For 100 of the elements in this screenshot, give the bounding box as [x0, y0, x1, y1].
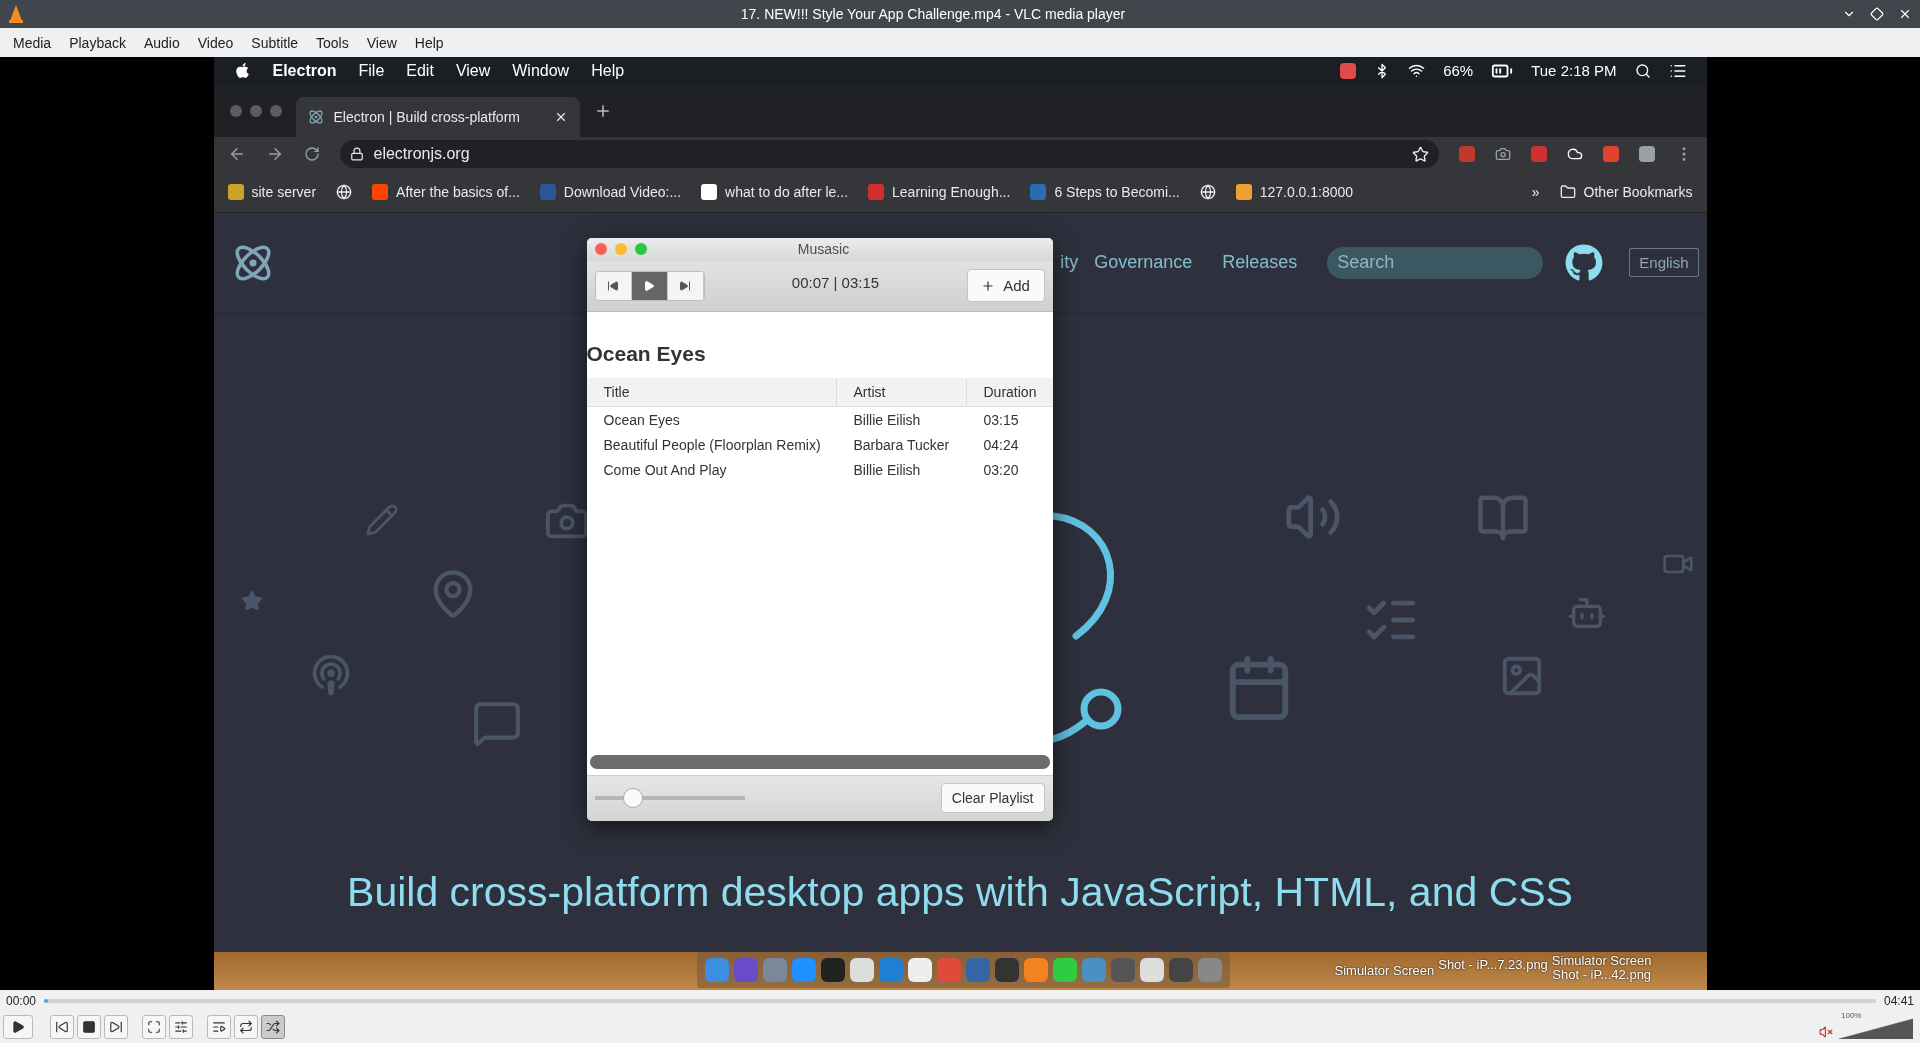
- stop-button[interactable]: [77, 1015, 101, 1039]
- github-icon[interactable]: [1565, 243, 1604, 282]
- stop-icon: [82, 1020, 96, 1034]
- app-icon[interactable]: [849, 958, 874, 983]
- bookmark-link[interactable]: Learning Enough...: [868, 183, 1011, 200]
- table-cell[interactable]: 03:20: [966, 456, 1053, 482]
- column-header[interactable]: Artist: [836, 377, 967, 407]
- app-icon[interactable]: [994, 958, 1019, 983]
- menu-item[interactable]: Subtitle: [242, 34, 308, 51]
- play-icon: [11, 1020, 25, 1034]
- file-label[interactable]: Simulator Screen: [1334, 964, 1435, 979]
- add-button[interactable]: Add: [966, 269, 1045, 303]
- bookmark-link[interactable]: what to do after le...: [701, 183, 849, 200]
- table-cell[interactable]: Ocean Eyes: [586, 406, 837, 432]
- previous-icon: [607, 279, 619, 292]
- camera-icon[interactable]: [1494, 146, 1511, 163]
- pencil-icon: [364, 502, 399, 537]
- table-cell[interactable]: Come Out And Play: [586, 456, 837, 482]
- menu-item[interactable]: Electron: [272, 62, 337, 80]
- extension-icon[interactable]: [1602, 146, 1619, 163]
- next-button[interactable]: [667, 271, 704, 300]
- clock: Tue 2:18 PM: [1531, 62, 1617, 80]
- maximize-icon[interactable]: [1870, 7, 1884, 21]
- file-label[interactable]: Shot - iP...42.png: [1552, 968, 1652, 983]
- minimize-dot[interactable]: [614, 243, 627, 256]
- bookmark-link[interactable]: After the basics of...: [372, 183, 520, 200]
- mute-icon[interactable]: [1819, 1025, 1833, 1039]
- loop-button[interactable]: [234, 1015, 258, 1039]
- menu-item[interactable]: Help: [591, 62, 625, 80]
- app-icon[interactable]: [1052, 958, 1077, 983]
- play-button[interactable]: [3, 1015, 33, 1039]
- menu-item[interactable]: View: [455, 62, 491, 80]
- menu-item[interactable]: Help: [405, 34, 453, 51]
- star-icon: [240, 589, 263, 612]
- playlist-button[interactable]: [207, 1015, 231, 1039]
- menu-item[interactable]: Video: [188, 34, 243, 51]
- bookmark-folder[interactable]: Other Bookmarks: [1559, 183, 1693, 200]
- star-icon[interactable]: [1411, 145, 1429, 163]
- menu-item[interactable]: File: [358, 62, 385, 80]
- fullscreen-button[interactable]: [142, 1015, 166, 1039]
- address-field[interactable]: electronjs.org: [339, 140, 1439, 169]
- close-dot[interactable]: [229, 104, 242, 117]
- site-icon: [1030, 183, 1047, 200]
- nav-link[interactable]: Governance: [1094, 252, 1193, 274]
- site-icon: [227, 183, 244, 200]
- search-field[interactable]: Search: [1327, 246, 1544, 279]
- table-cell[interactable]: Beautiful People (Floorplan Remix): [586, 431, 837, 457]
- table-cell[interactable]: Barbara Tucker: [836, 431, 967, 457]
- list-icon[interactable]: [1668, 62, 1687, 80]
- zoom-dot[interactable]: [269, 104, 282, 117]
- column-header[interactable]: Title: [586, 377, 837, 407]
- headline: Build cross-platform desktop apps with JavaScript, HTML, and CSS: [346, 869, 1574, 917]
- scrollbar[interactable]: [589, 754, 1050, 769]
- browser-tab[interactable]: Electron | Build cross-platform: [295, 96, 580, 137]
- column-header[interactable]: Duration: [966, 377, 1053, 407]
- extension-icon[interactable]: [1530, 146, 1547, 163]
- table-cell[interactable]: Billie Eilish: [836, 406, 967, 432]
- wifi-icon[interactable]: [1408, 62, 1426, 80]
- menu-item[interactable]: Audio: [134, 34, 189, 51]
- volume-slider[interactable]: 100%: [1839, 1015, 1913, 1039]
- clear-playlist-button[interactable]: Clear Playlist: [940, 783, 1045, 814]
- menu-item[interactable]: Edit: [406, 62, 434, 80]
- close-dot[interactable]: [594, 243, 607, 256]
- search-icon[interactable]: [1634, 63, 1651, 79]
- menu-item[interactable]: Window: [512, 62, 570, 80]
- profile-icon[interactable]: [1638, 146, 1655, 163]
- menu-item[interactable]: View: [357, 34, 406, 51]
- settings-button[interactable]: [169, 1015, 193, 1039]
- atom-icon: [307, 108, 324, 125]
- zoom-dot[interactable]: [634, 243, 647, 256]
- menu-item[interactable]: Media: [4, 34, 61, 51]
- bookmark-link[interactable]: 127.0.0.1:8000: [1235, 183, 1354, 200]
- app-icon[interactable]: [907, 958, 932, 983]
- previous-button[interactable]: [50, 1015, 74, 1039]
- app-icon[interactable]: [820, 958, 845, 983]
- bookmark-link[interactable]: site server: [227, 183, 317, 200]
- previous-button[interactable]: [595, 271, 632, 300]
- play-button[interactable]: [631, 271, 668, 300]
- app-status-icon[interactable]: [1340, 63, 1357, 79]
- close-icon[interactable]: [1898, 7, 1912, 21]
- table-cell[interactable]: 04:24: [966, 431, 1053, 457]
- total-time: 04:41: [1883, 993, 1914, 1008]
- nav-link[interactable]: Releases: [1222, 252, 1298, 274]
- app-icon[interactable]: [1139, 958, 1164, 983]
- table-cell[interactable]: 03:15: [966, 406, 1053, 432]
- next-button[interactable]: [104, 1015, 128, 1039]
- shuffle-button[interactable]: [261, 1015, 285, 1039]
- menu-item[interactable]: Playback: [60, 34, 135, 51]
- nav-link[interactable]: ity: [1060, 252, 1079, 274]
- file-label[interactable]: Simulator Screen: [1551, 954, 1652, 969]
- menu-item[interactable]: Tools: [307, 34, 358, 51]
- reload-icon[interactable]: [303, 146, 320, 163]
- table-cell[interactable]: Billie Eilish: [836, 456, 967, 482]
- minimize-dot[interactable]: [249, 104, 262, 117]
- file-label[interactable]: Shot - iP...7.23.png: [1438, 958, 1548, 973]
- language-button[interactable]: English: [1629, 248, 1699, 278]
- overflow-button[interactable]: »: [1531, 183, 1540, 200]
- bookmark-link[interactable]: 6 Steps to Becomi...: [1030, 183, 1180, 200]
- bookmark-link[interactable]: Download Video:...: [539, 183, 682, 200]
- apple-icon[interactable]: [233, 62, 251, 80]
